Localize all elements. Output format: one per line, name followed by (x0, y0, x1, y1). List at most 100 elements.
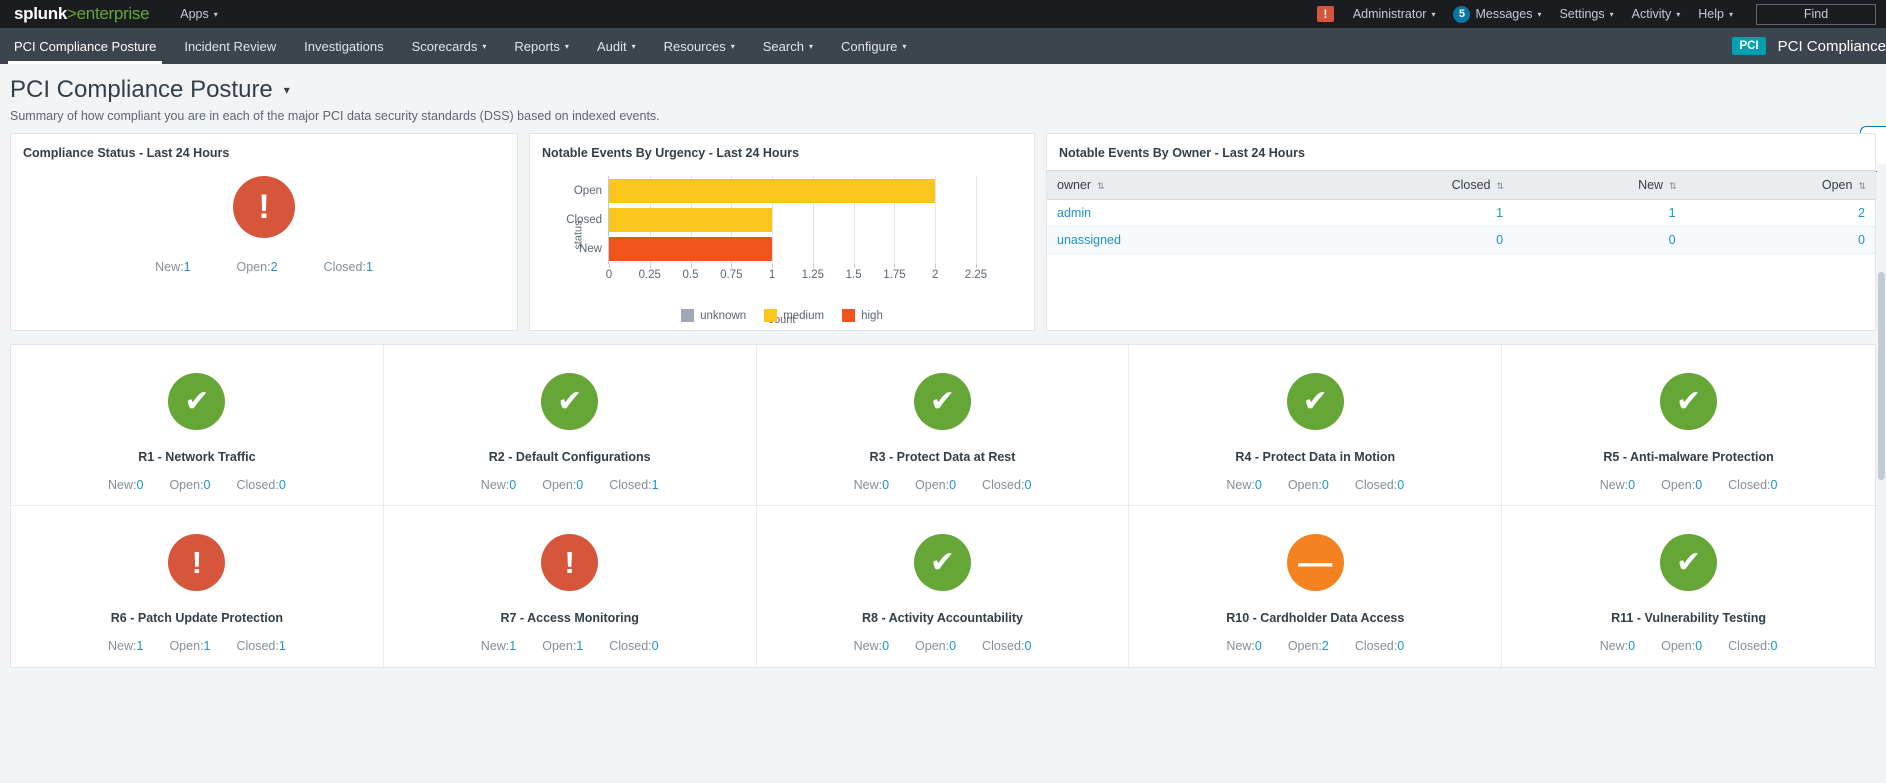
compliance-delta-closed: Closed:1 (324, 260, 373, 274)
sort-icon[interactable]: ⇅ (1097, 181, 1104, 191)
chart-bar[interactable] (609, 207, 773, 233)
activity-menu[interactable]: Activity ▾ (1623, 0, 1690, 28)
requirement-card[interactable]: ✔ R3 - Protect Data at Rest New:0 Open:0 Clo… (756, 345, 1130, 506)
chevron-down-icon: ▾ (213, 9, 218, 19)
app-bar-right-group: ! Administrator ▾ 5 Messages ▾ Settings … (1316, 0, 1886, 28)
nav-item-label: Audit (596, 38, 627, 54)
delta-label: Open: (236, 260, 271, 274)
nav-item-incident-review[interactable]: Incident Review (170, 28, 290, 64)
requirement-card[interactable]: — R10 - Cardholder Data Access New:0 Open:2… (1129, 506, 1503, 667)
requirement-card[interactable]: ! R7 - Access Monitoring New:1 Open:1 Closed… (384, 506, 757, 667)
scrollbar-thumb[interactable] (1878, 272, 1885, 480)
alert-exclamation-icon[interactable]: ! (1316, 6, 1334, 22)
nav-item-label: Reports (514, 38, 560, 54)
delta-label: Open: (1287, 639, 1322, 653)
delta-label: Closed: (236, 639, 279, 653)
find-button[interactable]: Find (1756, 3, 1876, 25)
nav-item-label: Incident Review (184, 38, 277, 54)
delta-value: 0 (1628, 639, 1636, 653)
settings-menu[interactable]: Settings ▾ (1550, 0, 1622, 28)
table-cell-closed[interactable]: 0 (1298, 226, 1514, 254)
page-title[interactable]: PCI Compliance Posture ▾ (10, 76, 1886, 104)
table-cell-owner[interactable]: admin (1047, 199, 1299, 227)
requirement-card[interactable]: ✔ R1 - Network Traffic New:0 Open:0 Closed:0 (11, 345, 384, 506)
page-body: ‹ PCI Compliance Posture ▾ Summary of ho… (0, 64, 1886, 668)
vertical-scrollbar[interactable] (1877, 164, 1886, 668)
delta-value: 1 (651, 478, 659, 492)
legend-label: medium (783, 309, 825, 322)
nav-item-resources[interactable]: Resources ▾ (650, 28, 749, 64)
requirement-card-label: R6 - Patch Update Protection (110, 611, 284, 625)
card-delta-closed: Closed:0 (1728, 478, 1777, 492)
chart-y-tick-label: New (578, 243, 602, 256)
nav-item-investigations[interactable]: Investigations (290, 28, 398, 64)
requirement-card[interactable]: ✔ R11 - Vulnerability Testing New:0 Open:0 C… (1502, 506, 1875, 667)
table-row[interactable]: unassigned 0 0 0 (1047, 226, 1875, 254)
chart-bar[interactable] (609, 237, 773, 262)
table-header-closed[interactable]: Closed ⇅ (1298, 170, 1514, 200)
table-header-owner[interactable]: owner ⇅ (1047, 170, 1299, 200)
card-delta-open: Open:0 (1661, 639, 1702, 653)
sort-icon[interactable]: ⇅ (1858, 181, 1865, 191)
nav-item-search[interactable]: Search ▾ (749, 28, 827, 64)
table-cell-owner[interactable]: unassigned (1047, 226, 1299, 254)
chart-x-tick-mark (690, 264, 692, 268)
nav-item-configure[interactable]: Configure ▾ (827, 28, 920, 64)
delta-value: 1 (365, 260, 373, 274)
requirement-card[interactable]: ✔ R2 - Default Configurations New:0 Open:0 C… (383, 345, 757, 506)
table-header-open[interactable]: Open ⇅ (1685, 170, 1875, 200)
legend-item-high[interactable]: high (842, 309, 883, 322)
pci-app-badge: PCI (1732, 37, 1766, 55)
nav-item-label: Resources (663, 38, 726, 54)
table-cell-new[interactable]: 1 (1513, 199, 1686, 227)
urgency-bar-chart: status 0 0.25 0.5 0.75 1 1.25 1.5 1.75 2 2.25 Open… (530, 176, 1034, 326)
user-menu-administrator[interactable]: Administrator ▾ (1344, 0, 1445, 28)
help-menu[interactable]: Help ▾ (1689, 0, 1742, 28)
table-header-new[interactable]: New ⇅ (1513, 170, 1686, 200)
chevron-down-icon: ▾ (730, 41, 735, 51)
delta-label: New: (1599, 478, 1629, 492)
card-delta-new: New:0 (1600, 478, 1635, 492)
chart-legend: unknown medium high (530, 309, 1034, 322)
delta-label: New: (853, 478, 883, 492)
nav-item-audit[interactable]: Audit ▾ (583, 28, 650, 64)
delta-label: New: (108, 478, 137, 492)
legend-item-unknown[interactable]: unknown (681, 309, 746, 322)
chart-x-tick-label: 2 (932, 269, 939, 281)
apps-menu[interactable]: Apps ▾ (171, 0, 227, 28)
requirement-card[interactable]: ✔ R4 - Protect Data in Motion New:0 Open:0 C… (1129, 345, 1503, 506)
requirement-card[interactable]: ✔ R5 - Anti-malware Protection New:0 Open:0… (1502, 345, 1875, 506)
sort-icon[interactable]: ⇅ (1669, 181, 1676, 191)
table-cell-open[interactable]: 2 (1685, 199, 1875, 227)
table-cell-new[interactable]: 0 (1513, 226, 1686, 254)
nav-item-reports[interactable]: Reports ▾ (500, 28, 583, 64)
panel-title: Notable Events By Urgency - Last 24 Hour… (542, 146, 800, 160)
current-app-indicator[interactable]: PCI PCI Compliance (1732, 28, 1886, 64)
requirement-card[interactable]: ✔ R8 - Activity Accountability New:0 Open:0… (757, 506, 1130, 667)
card-delta-closed: Closed:0 (609, 639, 658, 653)
page-header: PCI Compliance Posture ▾ Summary of how … (0, 64, 1886, 133)
delta-label: New: (108, 639, 137, 653)
compliance-status-deltas: New:1 Open:2 Closed:1 (155, 260, 373, 274)
panel-title: Compliance Status - Last 24 Hours (23, 146, 230, 160)
sort-icon[interactable]: ⇅ (1496, 181, 1503, 191)
delta-value: 0 (1024, 478, 1032, 492)
table-cell-closed[interactable]: 1 (1298, 199, 1514, 227)
delta-label: New: (155, 260, 184, 274)
alert-circle-icon: ! (541, 534, 599, 591)
current-app-name: PCI Compliance (1777, 37, 1886, 55)
table-header-label: owner (1057, 178, 1092, 192)
requirement-card-label: R7 - Access Monitoring (500, 611, 639, 625)
requirement-card-deltas: New:0 Open:0 Closed:1 (481, 478, 659, 492)
table-row[interactable]: admin 1 1 2 (1047, 199, 1875, 227)
messages-menu[interactable]: 5 Messages ▾ (1444, 0, 1550, 28)
nav-item-scorecards[interactable]: Scorecards ▾ (398, 28, 501, 64)
table-cell-open[interactable]: 0 (1685, 226, 1875, 254)
splunk-logo[interactable]: splunk > enterprise (14, 4, 150, 24)
requirement-card[interactable]: ! R6 - Patch Update Protection New:1 Open:1… (11, 506, 384, 667)
nav-item-pci-compliance-posture[interactable]: PCI Compliance Posture (0, 28, 170, 64)
legend-item-medium[interactable]: medium (764, 309, 824, 322)
chart-bar[interactable] (609, 178, 936, 203)
delta-value: 0 (1397, 639, 1405, 653)
check-circle-icon: ✔ (1286, 373, 1344, 430)
